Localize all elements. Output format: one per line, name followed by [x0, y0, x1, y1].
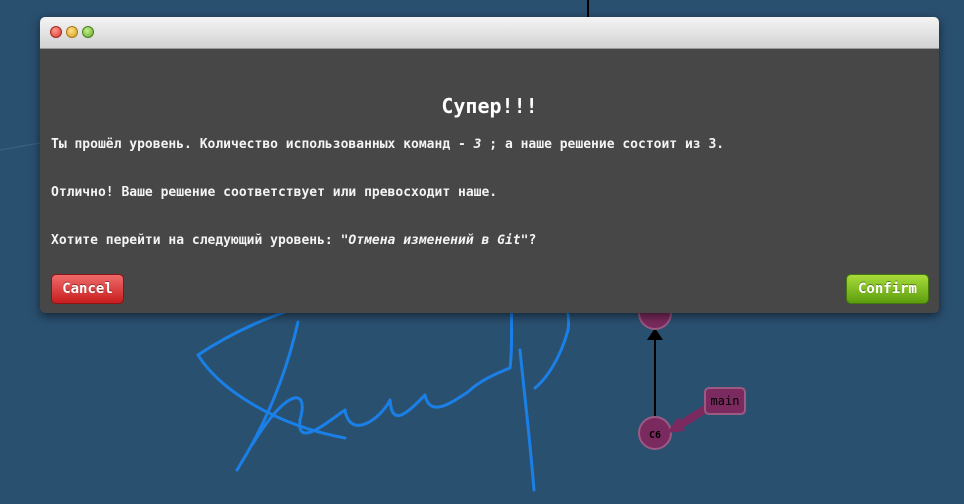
next-level-name: "Отмена изменений в Git": [340, 233, 529, 248]
level-complete-dialog: Супер!!! Ты прошёл уровень. Количество и…: [40, 17, 939, 313]
result-message: Ты прошёл уровень. Количество использова…: [51, 137, 724, 152]
window-titlebar: [40, 17, 939, 49]
window-minimize-icon[interactable]: [66, 26, 78, 38]
branch-label-main: main: [711, 394, 740, 408]
next-level-prompt-text: Хотите перейти на следующий уровень:: [51, 233, 341, 248]
window-maximize-icon[interactable]: [82, 26, 94, 38]
dialog-heading: Супер!!!: [441, 94, 538, 118]
praise-message: Отлично! Ваше решение соответствует или …: [51, 185, 498, 200]
cancel-button[interactable]: Cancel: [51, 274, 124, 304]
result-message-suffix: ; а наше решение состоит из 3.: [481, 137, 725, 152]
confirm-button[interactable]: Confirm: [846, 274, 929, 304]
next-level-prompt-suffix: ?: [528, 233, 537, 248]
window-close-icon[interactable]: [50, 26, 62, 38]
commit-node-c6-label: C6: [649, 430, 661, 441]
branch-pointer-arrow: [677, 404, 710, 429]
signature-scribble: [196, 284, 571, 492]
next-level-prompt: Хотите перейти на следующий уровень: "От…: [51, 233, 536, 248]
result-message-text: Ты прошёл уровень. Количество использова…: [51, 137, 474, 152]
dialog-content: Супер!!! Ты прошёл уровень. Количество и…: [40, 49, 939, 313]
background-faint-edge: [0, 142, 41, 151]
